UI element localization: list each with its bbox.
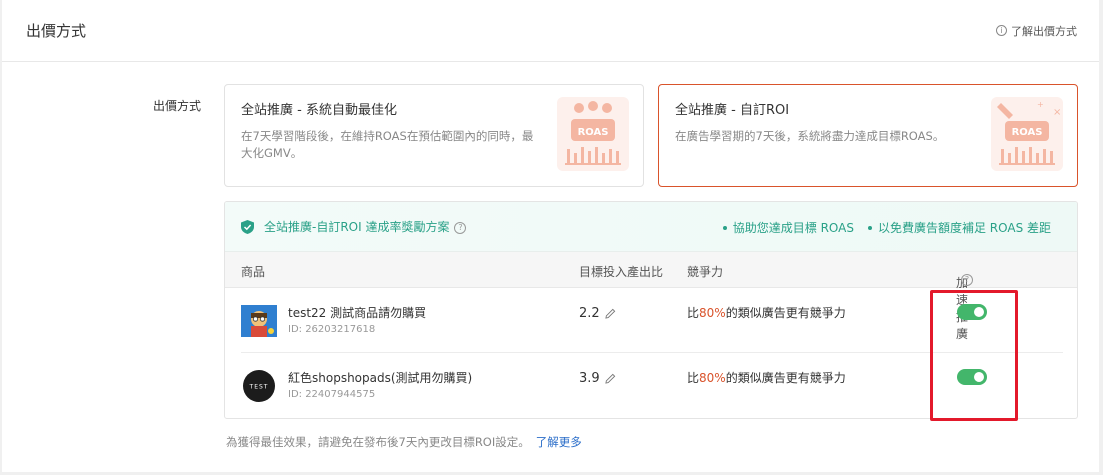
bidding-option-desc: 在7天學習階段後，在維持ROAS在預估範圍內的同時，最大化GMV。: [241, 129, 534, 160]
comp-suffix: 的類似廣告更有競爭力: [725, 306, 846, 320]
comp-suffix: 的類似廣告更有競爭力: [725, 371, 846, 385]
product-id: ID: 22407944575: [288, 389, 376, 400]
svg-text:+: +: [1037, 100, 1044, 109]
roi-value[interactable]: 3.9: [579, 371, 616, 386]
benefit-item: 以免費廣告額度補足 ROAS 差距: [867, 219, 1051, 236]
product-name[interactable]: 紅色shopshopads(測試用勿購買): [288, 369, 472, 386]
help-icon[interactable]: ?: [454, 221, 467, 234]
bidding-option-desc: 在廣告學習期的7天後，系統將盡力達成目標ROAS。: [675, 129, 945, 143]
reward-banner: 全站推廣-自訂ROI 達成率獎勵方案? 協助您達成目標 ROAS 以免費廣告額度…: [225, 202, 1077, 252]
product-name[interactable]: test22 測試商品請勿購買: [288, 304, 426, 321]
benefit-item: 協助您達成目標 ROAS: [722, 219, 854, 236]
panel-header: 出價方式 i 了解出價方式: [2, 0, 1099, 62]
product-id: ID: 26203217618: [288, 324, 376, 335]
shield-check-icon: [241, 219, 254, 234]
comp-prefix: 比: [687, 306, 700, 320]
comp-prefix: 比: [687, 371, 700, 385]
competitiveness-text: 比80%的類似廣告更有競爭力: [687, 369, 846, 386]
learn-bidding-link-label: 了解出價方式: [1011, 24, 1077, 38]
roi-value-text: 3.9: [579, 371, 600, 386]
table-header: 商品 目標投入產出比 競爭力 加速推廣?: [225, 252, 1077, 341]
bidding-method-label: 出價方式: [153, 99, 202, 113]
reward-banner-title[interactable]: 全站推廣-自訂ROI 達成率獎勵方案?: [264, 218, 467, 235]
benefit-list: 協助您達成目標 ROAS 以免費廣告額度補足 ROAS 差距: [722, 219, 1051, 236]
bidding-option-auto[interactable]: 全站推廣 - 系統自動最佳化 在7天學習階段後，在維持ROAS在預估範圍內的同時…: [224, 84, 644, 187]
learn-more-link[interactable]: 了解更多: [536, 435, 582, 449]
roi-value[interactable]: 2.2: [579, 306, 616, 321]
benefit-text: 以免費廣告額度補足 ROAS 差距: [877, 221, 1051, 235]
benefit-text: 協助您達成目標 ROAS: [732, 221, 854, 235]
bullet-dot: [722, 225, 727, 230]
pencil-icon[interactable]: [605, 308, 616, 319]
column-header-competitiveness: 競爭力: [687, 265, 724, 279]
roi-value-text: 2.2: [579, 306, 600, 321]
footer-note-text: 為獲得最佳效果，請避免在發布後7天內更改目標ROI設定。: [226, 435, 530, 449]
page-title: 出價方式: [26, 22, 87, 40]
column-header-product: 商品: [241, 265, 266, 279]
roas-art-label: ROAS: [578, 127, 609, 138]
roas-illustration: × + ROAS: [991, 97, 1063, 171]
highlight-box: [930, 290, 1018, 421]
bidding-option-custom-roi[interactable]: 全站推廣 - 自訂ROI 在廣告學習期的7天後，系統將盡力達成目標ROAS。 ×…: [658, 84, 1078, 187]
info-icon: i: [996, 25, 1007, 36]
help-icon[interactable]: ?: [961, 274, 973, 286]
footer-note: 為獲得最佳效果，請避免在發布後7天內更改目標ROI設定。 了解更多: [226, 434, 582, 450]
comp-percent: 80%: [699, 306, 726, 320]
product-thumbnail: TEST: [243, 370, 275, 402]
product-logo-text: TEST: [249, 384, 269, 391]
roas-illustration: ROAS: [557, 97, 629, 171]
bullet-dot: [867, 225, 872, 230]
competitiveness-text: 比80%的類似廣告更有競爭力: [687, 304, 846, 321]
learn-bidding-link[interactable]: i 了解出價方式: [996, 23, 1077, 39]
column-header-roi: 目標投入產出比: [579, 265, 664, 279]
reward-banner-title-text: 全站推廣-自訂ROI 達成率獎勵方案: [264, 220, 450, 234]
comp-percent: 80%: [699, 371, 726, 385]
roas-art-label: ROAS: [1012, 127, 1043, 138]
product-thumbnail: [241, 305, 277, 337]
pencil-icon[interactable]: [605, 373, 616, 384]
svg-text:×: ×: [1053, 107, 1061, 118]
